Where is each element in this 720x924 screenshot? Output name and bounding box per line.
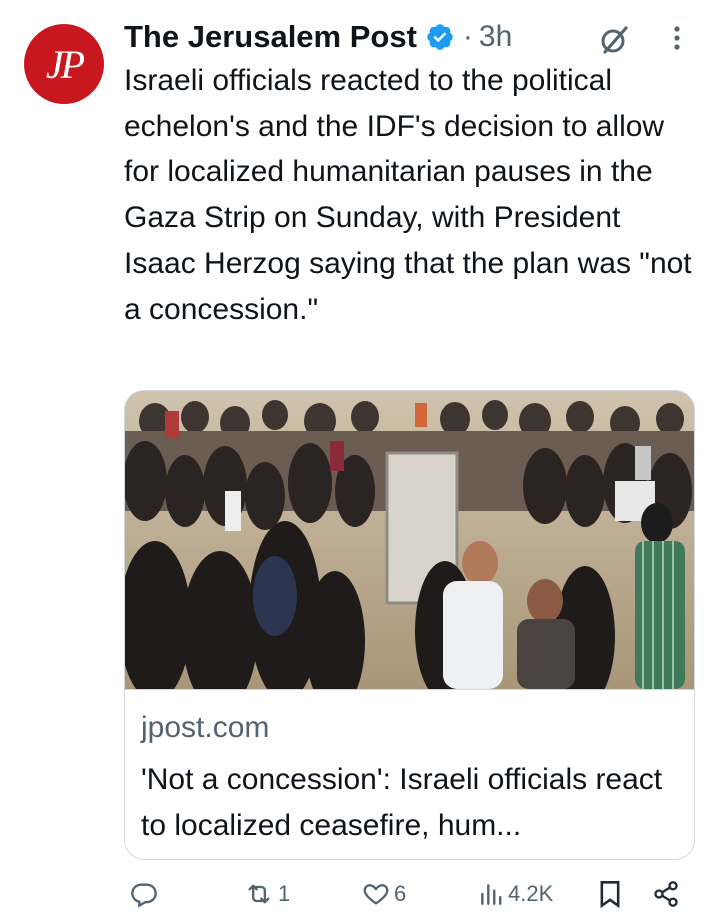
card-title: 'Not a concession': Israeli officials re… bbox=[141, 763, 663, 842]
card-domain: jpost.com bbox=[141, 711, 270, 744]
like-icon bbox=[362, 880, 390, 908]
card-divider bbox=[125, 689, 694, 690]
more-options-icon[interactable] bbox=[672, 24, 682, 54]
grok-icon[interactable] bbox=[596, 22, 632, 58]
tweet-text: Israeli officials reacted to the politic… bbox=[124, 64, 692, 326]
card-image-crowd-photo bbox=[125, 391, 694, 689]
verified-badge-icon bbox=[425, 22, 455, 52]
bookmark-button[interactable] bbox=[598, 880, 622, 908]
tweet-header: The Jerusalem Post · 3h bbox=[124, 14, 704, 60]
avatar-logo-text: JP bbox=[45, 41, 85, 87]
views-icon bbox=[478, 880, 504, 908]
bookmark-icon bbox=[598, 880, 622, 908]
repost-icon bbox=[244, 880, 274, 908]
repost-count: 1 bbox=[278, 881, 291, 906]
reply-icon bbox=[130, 880, 158, 908]
repost-button[interactable]: 1 bbox=[244, 880, 290, 908]
author-name[interactable]: The Jerusalem Post bbox=[124, 19, 417, 55]
tweet-timestamp[interactable]: 3h bbox=[479, 20, 512, 54]
header-separator: · bbox=[462, 20, 473, 53]
share-icon bbox=[652, 880, 680, 908]
like-button[interactable]: 6 bbox=[362, 880, 406, 908]
like-count: 6 bbox=[394, 881, 407, 906]
author-avatar[interactable]: JP bbox=[24, 24, 104, 104]
reply-button[interactable] bbox=[130, 880, 162, 908]
share-button[interactable] bbox=[652, 880, 680, 908]
link-preview-card[interactable]: jpost.com 'Not a concession': Israeli of… bbox=[124, 390, 695, 860]
tweet-action-bar: 1 6 4.2K bbox=[0, 872, 720, 924]
views-button[interactable]: 4.2K bbox=[478, 880, 553, 908]
views-count: 4.2K bbox=[508, 881, 554, 906]
